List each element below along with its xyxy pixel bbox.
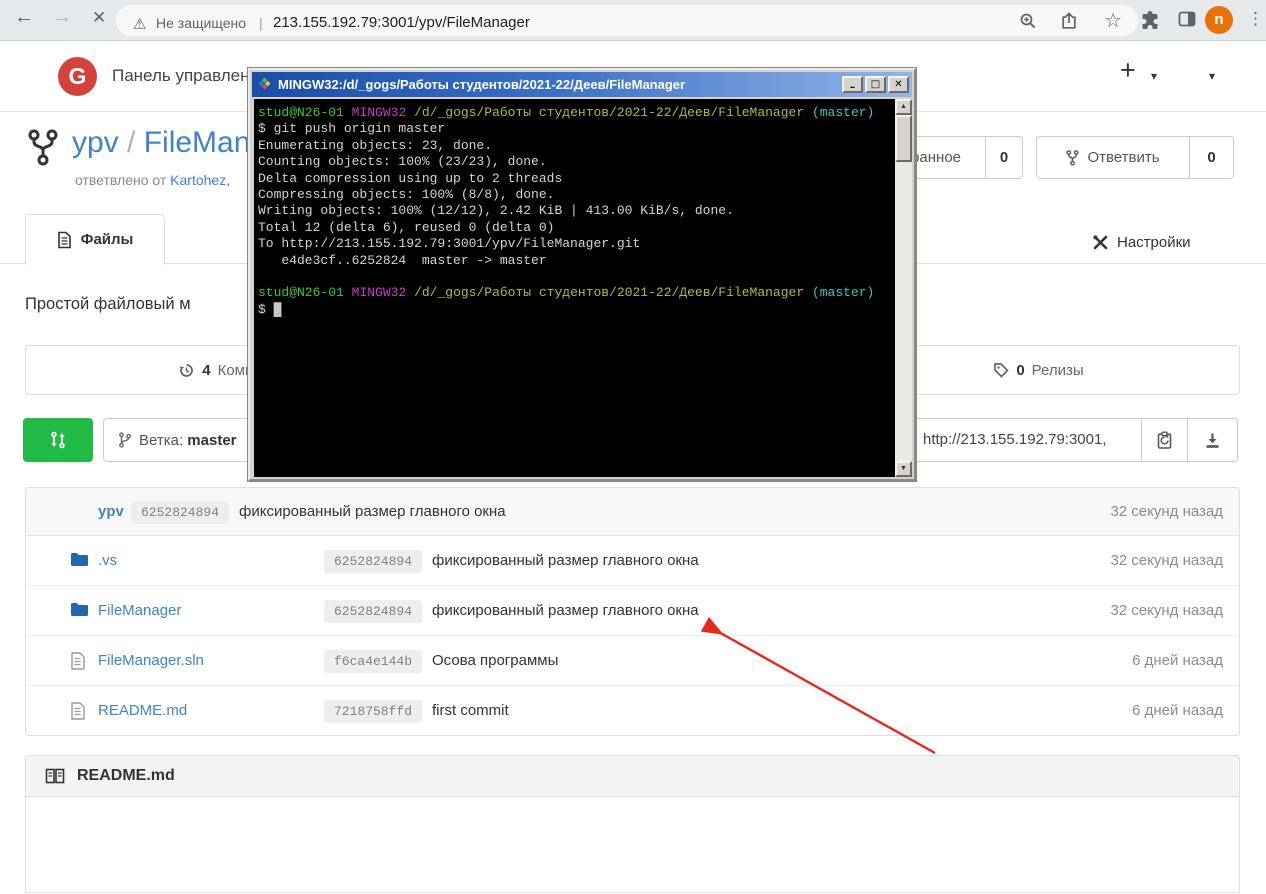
history-icon <box>178 362 195 379</box>
scroll-up-button[interactable]: ▲ <box>895 99 912 115</box>
folder-icon <box>70 602 89 622</box>
forked-from-link[interactable]: Kartohez, <box>170 172 230 188</box>
file-row: .vs 6252824894 фиксированный размер главно… <box>26 536 1239 586</box>
commit-message: фиксированный размер главного окна <box>432 536 699 586</box>
commit-sha-badge[interactable]: 6252824894 <box>324 600 422 623</box>
commit-time: 6 дней назад <box>1132 636 1223 686</box>
file-table-rows: .vs 6252824894 фиксированный размер главно… <box>26 536 1239 736</box>
new-menu-caret-icon[interactable]: ▾ <box>1151 69 1157 83</box>
fork-icon <box>1066 150 1079 166</box>
file-icon <box>70 702 85 725</box>
tab-settings[interactable]: Настройки <box>1092 229 1191 255</box>
browser-back-button[interactable]: ← <box>14 6 34 29</box>
address-bar[interactable]: ⚠ Не защищено | 213.155.192.79:3001/ypv/… <box>116 5 1138 36</box>
forked-from-note: ответвлено от Kartohez, <box>75 172 230 188</box>
share-icon[interactable] <box>1060 12 1078 30</box>
readme-header: README.md <box>25 755 1240 797</box>
commit-time: 32 секунд назад <box>1110 536 1223 586</box>
zoom-icon[interactable] <box>1019 12 1037 30</box>
commit-message: Осова программы <box>432 636 558 686</box>
file-row: FileManager.sln f6ca4e144b Осова программы… <box>26 636 1239 686</box>
branch-icon <box>118 432 131 448</box>
file-text-icon <box>57 231 72 249</box>
terminal-titlebar[interactable]: MINGW32:/d/_gogs/Работы студентов/2021-2… <box>252 72 912 97</box>
download-icon <box>1204 432 1221 449</box>
readme-title: README.md <box>77 767 175 785</box>
file-table: ypv 6252824894 фиксированный размер глав… <box>25 487 1240 736</box>
file-name-link[interactable]: FileManager.sln <box>98 636 204 686</box>
compare-arrows-icon <box>49 431 67 449</box>
file-icon <box>70 652 85 675</box>
security-warning-icon: ⚠ <box>133 15 146 33</box>
scroll-thumb[interactable] <box>895 115 912 162</box>
commit-sha-badge[interactable]: 6252824894 <box>324 550 422 573</box>
scroll-down-button[interactable]: ▼ <box>895 461 912 477</box>
commit-sha-badge[interactable]: 6252824894 <box>131 501 229 524</box>
readme-panel: README.md <box>25 755 1240 893</box>
msys-icon <box>257 77 272 92</box>
tools-icon <box>1092 234 1109 251</box>
compare-button[interactable] <box>23 418 93 462</box>
star-count[interactable]: 0 <box>986 136 1023 179</box>
file-name-link[interactable]: .vs <box>98 536 117 586</box>
side-panel-icon[interactable] <box>1178 11 1196 27</box>
browser-menu-icon[interactable]: ⋮ <box>1247 9 1264 29</box>
file-name-link[interactable]: README.md <box>98 686 187 736</box>
repo-owner-link[interactable]: ypv <box>72 126 119 159</box>
terminal-minimize-button[interactable]: – <box>842 76 863 93</box>
book-icon <box>45 768 65 784</box>
commit-sha-badge[interactable]: 7218758ffd <box>324 700 422 723</box>
commit-time: 6 дней назад <box>1132 686 1223 736</box>
copy-url-button[interactable] <box>1142 418 1188 462</box>
terminal-title: MINGW32:/d/_gogs/Работы студентов/2021-2… <box>278 77 685 92</box>
browser-stop-button[interactable]: ✕ <box>92 8 106 28</box>
commit-time: 32 секунд назад <box>1110 488 1223 536</box>
nav-dashboard-link[interactable]: Панель управления <box>112 66 268 86</box>
page-url[interactable]: 213.155.192.79:3001/ypv/FileManager <box>273 14 530 31</box>
browser-forward-button[interactable]: → <box>52 6 72 29</box>
bookmark-star-icon[interactable]: ☆ <box>1104 8 1122 33</box>
commit-message: фиксированный размер главного окна <box>432 586 699 636</box>
tag-icon <box>993 362 1009 378</box>
commit-message: first commit <box>432 686 509 736</box>
extensions-puzzle-icon[interactable] <box>1140 10 1160 30</box>
fork-count[interactable]: 0 <box>1190 136 1234 179</box>
security-label: Не защищено <box>156 15 246 31</box>
commit-sha-badge[interactable]: f6ca4e144b <box>324 650 422 673</box>
new-repo-button[interactable]: + <box>1120 55 1136 86</box>
repo-fork-icon <box>28 129 58 167</box>
file-row: README.md 7218758ffd first commit 6 дней на… <box>26 686 1239 736</box>
omnibox-divider: | <box>259 15 263 31</box>
file-name-link[interactable]: FileManager <box>98 586 181 636</box>
repo-description: Простой файловый м <box>25 295 191 314</box>
profile-avatar[interactable]: n <box>1205 6 1233 34</box>
commit-time: 32 секунд назад <box>1110 586 1223 636</box>
browser-toolbar: ← → ✕ ⚠ Не защищено | 213.155.192.79:300… <box>0 0 1266 41</box>
file-row: FileManager 6252824894 фиксированный разме… <box>26 586 1239 636</box>
folder-icon <box>70 552 89 572</box>
terminal-maximize-button[interactable]: □ <box>865 76 886 93</box>
clipboard-icon <box>1155 431 1174 450</box>
terminal-close-button[interactable]: ✕ <box>888 76 909 93</box>
commit-message: фиксированный размер главного окна <box>239 488 506 536</box>
clone-url-input[interactable]: http://213.155.192.79:3001, <box>907 418 1142 462</box>
tab-files[interactable]: Файлы <box>25 214 165 265</box>
fork-button[interactable]: Ответвить <box>1036 136 1190 179</box>
readme-content <box>25 797 1240 893</box>
repo-title-separator: / <box>119 126 144 159</box>
download-button[interactable] <box>1188 418 1238 462</box>
gogs-logo[interactable]: G <box>58 57 97 96</box>
commit-author-link[interactable]: ypv <box>98 488 124 536</box>
latest-commit-row: ypv 6252824894 фиксированный размер глав… <box>26 488 1239 536</box>
terminal-window[interactable]: MINGW32:/d/_gogs/Работы студентов/2021-2… <box>248 68 916 481</box>
user-menu-caret-icon[interactable]: ▾ <box>1209 69 1215 83</box>
terminal-scrollbar[interactable]: ▲ ▼ <box>895 99 912 477</box>
terminal-body[interactable]: stud@N26-01 MINGW32 /d/_gogs/Работы студ… <box>254 99 897 477</box>
